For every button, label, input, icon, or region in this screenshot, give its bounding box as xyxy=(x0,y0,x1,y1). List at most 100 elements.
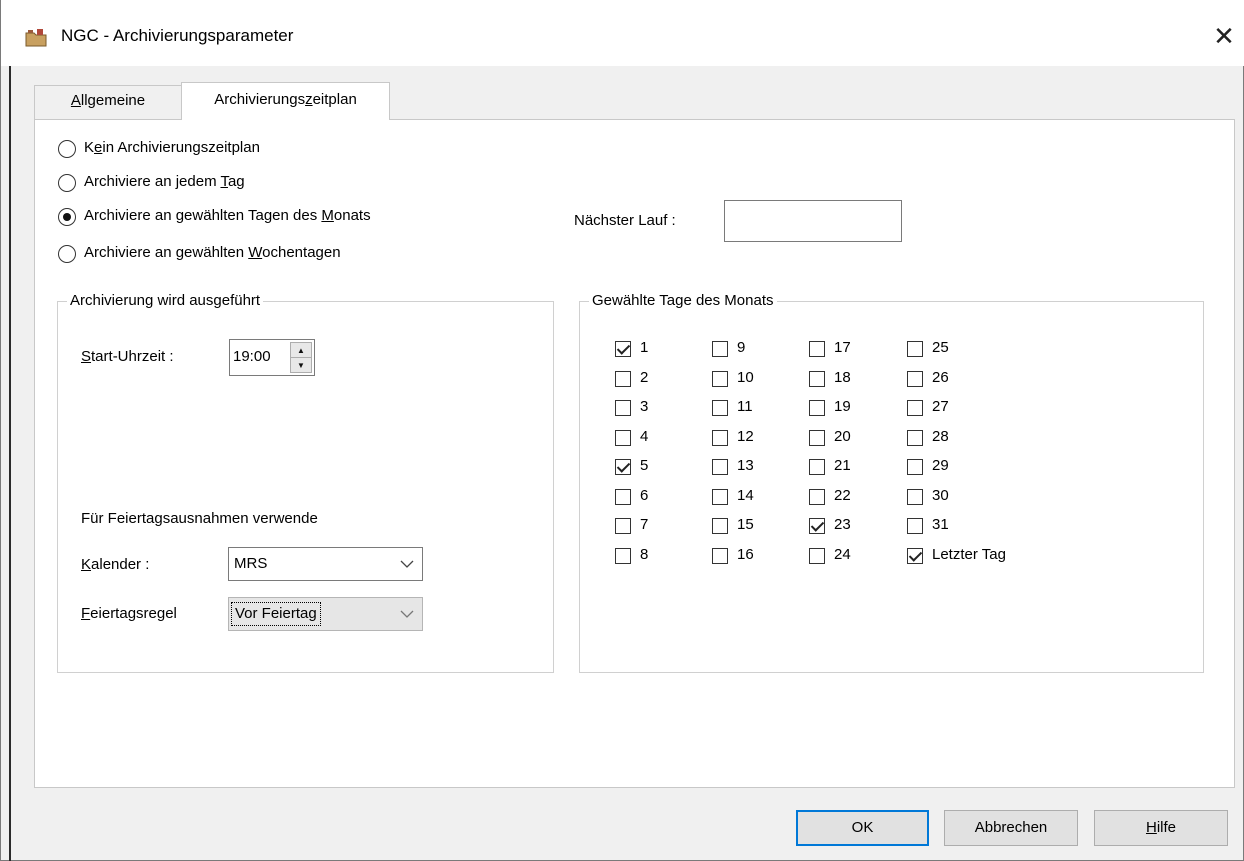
day-checkbox-label[interactable]: 1 xyxy=(640,339,648,356)
radio-every-day-label[interactable]: Archiviere an jedem Tag xyxy=(84,173,245,190)
day-checkbox-label[interactable]: 12 xyxy=(737,428,754,445)
day-checkbox-label[interactable]: 5 xyxy=(640,457,648,474)
day-checkbox-label[interactable]: Letzter Tag xyxy=(932,546,1006,563)
calendar-select[interactable]: MRS xyxy=(228,547,423,581)
day-checkbox-label[interactable]: 14 xyxy=(737,487,754,504)
day-checkbox-label[interactable]: 11 xyxy=(737,398,753,415)
day-checkbox-label[interactable]: 28 xyxy=(932,428,949,445)
day-checkbox-label[interactable]: 30 xyxy=(932,487,949,504)
day-checkbox-label[interactable]: 19 xyxy=(834,398,851,415)
day-checkbox-label[interactable]: 15 xyxy=(737,516,754,533)
day-checkbox-label[interactable]: 31 xyxy=(932,516,949,533)
day-checkbox[interactable] xyxy=(809,371,825,387)
day-checkbox-label[interactable]: 23 xyxy=(834,516,851,533)
tab-allgemeine[interactable]: Allgemeine xyxy=(34,85,182,119)
day-checkbox[interactable] xyxy=(615,341,631,357)
chevron-down-icon[interactable] xyxy=(400,554,416,577)
day-checkbox[interactable] xyxy=(712,400,728,416)
day-checkbox[interactable] xyxy=(907,548,923,564)
holiday-rule-select[interactable]: Vor Feiertag xyxy=(228,597,423,631)
day-checkbox-label[interactable]: 24 xyxy=(834,546,851,563)
radio-no-schedule-label[interactable]: Kein Archivierungszeitplan xyxy=(84,139,260,156)
day-checkbox[interactable] xyxy=(712,371,728,387)
day-checkbox[interactable] xyxy=(615,371,631,387)
day-checkbox-label[interactable]: 6 xyxy=(640,487,648,504)
title-bar: NGC - Archivierungsparameter ✕ xyxy=(1,0,1244,66)
day-checkbox[interactable] xyxy=(712,430,728,446)
start-time-label: Start-Uhrzeit : xyxy=(81,348,174,365)
day-checkbox[interactable] xyxy=(615,459,631,475)
tab-label: llgemeine xyxy=(80,92,146,109)
radio-no-schedule[interactable] xyxy=(58,140,76,158)
day-checkbox[interactable] xyxy=(615,489,631,505)
day-checkbox-label[interactable]: 18 xyxy=(834,369,851,386)
label-text: Archiviere an gewählten xyxy=(84,244,249,261)
day-checkbox[interactable] xyxy=(809,459,825,475)
day-checkbox-label[interactable]: 10 xyxy=(737,369,754,386)
day-checkbox[interactable] xyxy=(615,548,631,564)
label-text: tart-Uhrzeit : xyxy=(91,348,174,365)
day-checkbox[interactable] xyxy=(809,518,825,534)
day-checkbox[interactable] xyxy=(615,430,631,446)
day-checkbox[interactable] xyxy=(809,489,825,505)
day-checkbox[interactable] xyxy=(615,400,631,416)
days-group xyxy=(579,301,1204,673)
radio-weekdays-label[interactable]: Archiviere an gewählten Wochentagen xyxy=(84,244,341,261)
day-checkbox-label[interactable]: 22 xyxy=(834,487,851,504)
day-checkbox-label[interactable]: 7 xyxy=(640,516,648,533)
start-time-spinner[interactable]: 19:00 ▲ ▼ xyxy=(229,339,315,376)
day-checkbox[interactable] xyxy=(809,400,825,416)
day-checkbox-label[interactable]: 9 xyxy=(737,339,745,356)
day-checkbox-label[interactable]: 21 xyxy=(834,457,851,474)
day-checkbox[interactable] xyxy=(809,548,825,564)
holiday-rule-value: Vor Feiertag xyxy=(231,602,321,626)
label-accel: K xyxy=(81,556,92,573)
next-run-field[interactable] xyxy=(724,200,902,242)
day-checkbox-label[interactable]: 29 xyxy=(932,457,949,474)
day-checkbox[interactable] xyxy=(712,518,728,534)
window-edge xyxy=(9,66,11,861)
day-checkbox[interactable] xyxy=(907,459,923,475)
day-checkbox[interactable] xyxy=(615,518,631,534)
cancel-button[interactable]: Abbrechen xyxy=(944,810,1078,846)
tab-archivierungszeitplan[interactable]: Archivierungszeitplan xyxy=(181,82,390,120)
start-time-value[interactable]: 19:00 xyxy=(233,348,271,365)
day-checkbox[interactable] xyxy=(907,430,923,446)
radio-weekdays[interactable] xyxy=(58,245,76,263)
day-checkbox[interactable] xyxy=(907,371,923,387)
day-checkbox-label[interactable]: 20 xyxy=(834,428,851,445)
radio-days-of-month-label[interactable]: Archiviere an gewählten Tagen des Monats xyxy=(84,207,371,224)
day-checkbox[interactable] xyxy=(907,518,923,534)
day-checkbox-label[interactable]: 16 xyxy=(737,546,754,563)
label-text: ochentagen xyxy=(262,244,341,261)
help-button[interactable]: Hilfe xyxy=(1094,810,1228,846)
day-checkbox-label[interactable]: 26 xyxy=(932,369,949,386)
day-checkbox[interactable] xyxy=(907,400,923,416)
day-checkbox-label[interactable]: 25 xyxy=(932,339,949,356)
calendar-label: Kalender : xyxy=(81,556,149,573)
day-checkbox-label[interactable]: 2 xyxy=(640,369,648,386)
ok-button[interactable]: OK xyxy=(796,810,929,846)
day-checkbox[interactable] xyxy=(809,430,825,446)
day-checkbox[interactable] xyxy=(712,548,728,564)
day-checkbox[interactable] xyxy=(712,489,728,505)
day-checkbox[interactable] xyxy=(907,489,923,505)
chevron-down-icon[interactable] xyxy=(400,604,416,627)
tab-label-accel: z xyxy=(305,91,313,108)
day-checkbox-label[interactable]: 4 xyxy=(640,428,648,445)
day-checkbox-label[interactable]: 13 xyxy=(737,457,754,474)
day-checkbox-label[interactable]: 17 xyxy=(834,339,851,356)
day-checkbox[interactable] xyxy=(907,341,923,357)
spin-down-icon[interactable]: ▼ xyxy=(291,358,311,373)
day-checkbox[interactable] xyxy=(712,459,728,475)
day-checkbox-label[interactable]: 8 xyxy=(640,546,648,563)
day-checkbox-label[interactable]: 3 xyxy=(640,398,648,415)
label-text: in Archivierungszeitplan xyxy=(102,139,260,156)
spin-up-icon[interactable]: ▲ xyxy=(291,343,311,358)
day-checkbox[interactable] xyxy=(712,341,728,357)
day-checkbox[interactable] xyxy=(809,341,825,357)
radio-every-day[interactable] xyxy=(58,174,76,192)
close-icon[interactable]: ✕ xyxy=(1206,18,1242,54)
day-checkbox-label[interactable]: 27 xyxy=(932,398,949,415)
radio-days-of-month[interactable] xyxy=(58,208,76,226)
